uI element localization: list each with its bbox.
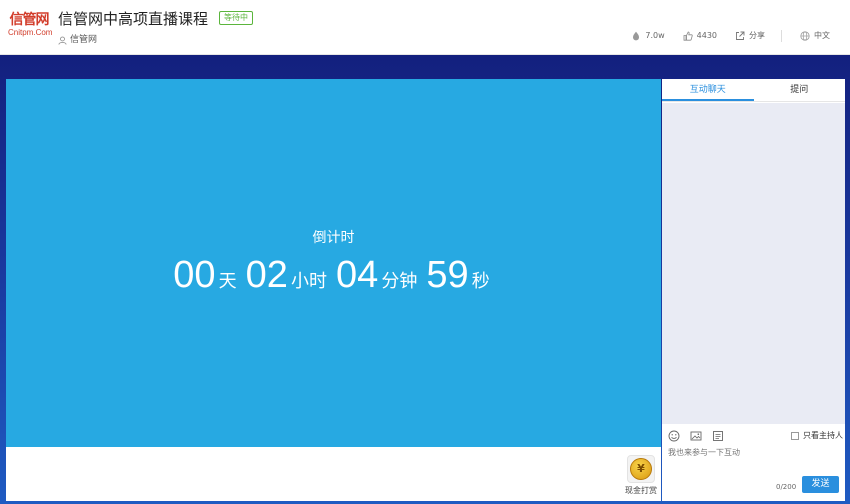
countdown-hours-unit: 小时	[290, 271, 327, 292]
flame-icon	[633, 31, 640, 41]
countdown-seconds: 59	[426, 254, 469, 296]
countdown-seconds-unit: 秒	[471, 271, 490, 292]
divider	[781, 30, 782, 42]
coin-icon: ¥	[627, 455, 655, 483]
like-button[interactable]: 4430	[683, 29, 717, 43]
author-info[interactable]: 信管网	[58, 34, 97, 46]
language-selector[interactable]: 中文	[800, 29, 830, 43]
tab-interactive-chat[interactable]: 互动聊天	[662, 79, 754, 101]
message-list[interactable]	[662, 103, 845, 424]
logo-main-text: 信管网	[9, 12, 50, 28]
image-button[interactable]	[690, 430, 702, 442]
chat-message-input[interactable]	[668, 447, 838, 475]
views-stat: 7.0w	[631, 29, 665, 43]
host-only-checkbox[interactable]	[791, 431, 799, 440]
status-badge: 等待中	[219, 11, 253, 25]
host-only-label: 只看主持人	[803, 431, 843, 440]
chat-panel: 互动聊天 提问 只看主持人 0/200 发送	[662, 79, 845, 501]
user-icon	[58, 36, 67, 45]
header-bar: 信管网 Cnitpm.Com 信管网中高项直播课程 等待中 信管网 7.0w 4…	[0, 0, 850, 55]
video-bottom-bar: ¥ 现金打赏	[6, 447, 661, 501]
thumbs-up-icon	[683, 31, 693, 41]
language-label: 中文	[814, 31, 830, 40]
share-button[interactable]: 分享	[735, 29, 765, 43]
countdown-days-unit: 天	[218, 271, 237, 292]
views-count: 7.0w	[645, 31, 665, 40]
tab-questions[interactable]: 提问	[754, 79, 846, 101]
page-title: 信管网中高项直播课程	[58, 10, 209, 28]
reward-button[interactable]: ¥ 现金打赏	[625, 455, 657, 496]
emoji-icon	[668, 430, 680, 442]
video-player[interactable]: 倒计时 00 天 02 小时 04 分钟 59 秒	[6, 79, 661, 447]
countdown-days: 00	[173, 254, 216, 296]
yuan-symbol: ¥	[630, 458, 652, 480]
image-icon	[690, 431, 702, 441]
emoji-button[interactable]	[668, 430, 680, 442]
logo-sub-text: Cnitpm.Com	[8, 28, 53, 37]
countdown-hours: 02	[245, 254, 288, 296]
countdown-minutes: 04	[336, 254, 379, 296]
globe-icon	[800, 31, 810, 41]
document-icon	[713, 431, 723, 441]
stats-bar: 7.0w 4430 分享 中文	[613, 29, 830, 43]
share-label: 分享	[749, 31, 765, 40]
send-button[interactable]: 发送	[802, 476, 839, 493]
logo[interactable]: 信管网 Cnitpm.Com	[8, 12, 53, 38]
document-button[interactable]	[712, 430, 724, 442]
reward-label: 现金打赏	[625, 486, 657, 495]
countdown-minutes-unit: 分钟	[381, 271, 418, 292]
char-counter: 0/200	[776, 483, 797, 491]
author-name: 信管网	[70, 35, 98, 45]
chat-tabs: 互动聊天 提问	[662, 79, 845, 102]
countdown-timer: 00 天 02 小时 04 分钟 59 秒	[6, 251, 661, 299]
countdown-label: 倒计时	[312, 230, 355, 246]
share-icon	[736, 31, 745, 40]
host-only-toggle[interactable]: 只看主持人	[791, 430, 843, 441]
likes-count: 4430	[696, 31, 717, 40]
